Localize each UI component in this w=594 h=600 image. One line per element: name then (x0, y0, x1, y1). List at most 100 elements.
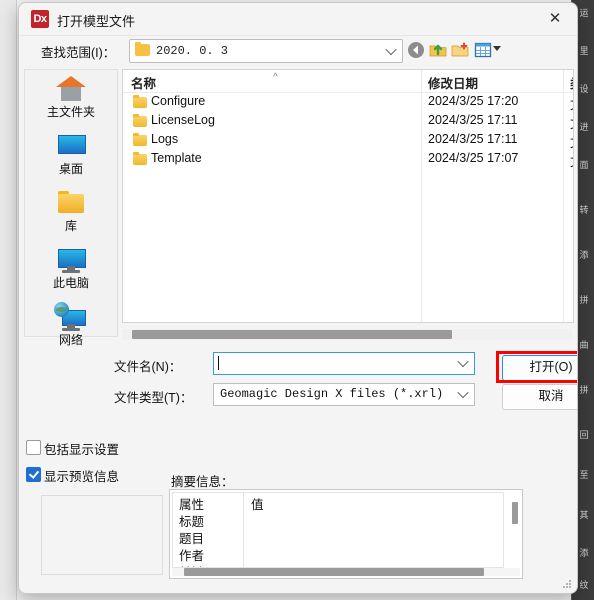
cancel-button[interactable]: 取消 (502, 384, 577, 410)
table-row[interactable]: Configure 2024/3/25 17:20 文 (123, 93, 573, 112)
column-header-date[interactable]: 修改日期 (428, 73, 478, 92)
bg-ribbon-item: 纹 (579, 580, 589, 590)
bg-ribbon-item: 运 (579, 8, 589, 18)
place-label: 桌面 (58, 162, 83, 176)
chevron-down-icon[interactable] (457, 386, 469, 399)
bg-ribbon-item: 添 (579, 250, 589, 260)
path-dropdown[interactable]: 2020. 0. 3 (129, 39, 403, 63)
file-date: 2024/3/25 17:11 (428, 113, 518, 127)
dialog-title: 打开模型文件 (57, 14, 136, 29)
file-name: LicenseLog (151, 113, 215, 127)
desktop-icon (54, 131, 88, 161)
filetype-label: 文件类型(T)： (114, 391, 193, 405)
table-row[interactable]: Template 2024/3/25 17:07 文 (123, 150, 573, 169)
open-model-file-dialog: Dx 打开模型文件 ✕ 查找范围(I)： 2020. 0. 3 主文件夹 桌面 … (18, 2, 578, 594)
bg-ribbon-item: 回 (579, 430, 589, 440)
sidebar-item-home[interactable]: 主文件夹 (25, 74, 117, 127)
place-label: 主文件夹 (46, 105, 95, 119)
file-type: 文 (570, 132, 573, 151)
folder-icon (133, 152, 147, 165)
app-logo-icon: Dx (31, 10, 49, 28)
column-header-name[interactable]: 名称 (131, 73, 156, 92)
scrollbar-thumb[interactable] (184, 568, 484, 576)
summary-table: 属性 值 标题 题目 作者 关键词 (172, 492, 504, 568)
folder-icon (133, 114, 147, 127)
network-icon (54, 302, 88, 332)
library-folder-icon (54, 188, 88, 218)
include-display-settings-label[interactable]: 包括显示设置 (44, 439, 119, 458)
bg-ribbon-item: 进 (579, 122, 589, 132)
filename-label: 文件名(N)： (114, 360, 182, 374)
table-row[interactable]: Logs 2024/3/25 17:11 文 (123, 131, 573, 150)
summary-info-box[interactable]: 属性 值 标题 题目 作者 关键词 (169, 489, 523, 579)
background-left-strip (0, 0, 17, 600)
filename-input[interactable] (213, 352, 475, 375)
bg-ribbon-item: 面 (579, 160, 589, 170)
file-type: 文 (570, 113, 573, 132)
sidebar-item-desktop[interactable]: 桌面 (25, 131, 117, 184)
up-folder-icon[interactable] (429, 41, 447, 59)
open-button[interactable]: 打开(O) (502, 355, 577, 381)
column-header-type[interactable]: 类 (570, 73, 573, 92)
bg-ribbon-item: 拼 (579, 295, 589, 305)
file-list-hscrollbar[interactable] (122, 329, 572, 340)
summary-table-header: 属性 值 (173, 493, 503, 512)
table-row[interactable]: LicenseLog 2024/3/25 17:11 文 (123, 112, 573, 131)
new-folder-icon[interactable] (451, 41, 469, 59)
column-divider[interactable] (421, 70, 422, 92)
bg-ribbon-item: 添 (579, 548, 589, 558)
show-preview-info-checkbox[interactable] (26, 467, 41, 482)
file-list[interactable]: 名称 ^ 修改日期 类 Configure 2024/3/25 17:20 文 … (122, 69, 574, 323)
look-in-row: 查找范围(I)： 2020. 0. 3 (19, 35, 577, 65)
sidebar-item-network[interactable]: 网络 (25, 302, 117, 355)
summary-row[interactable]: 作者 (173, 545, 503, 563)
file-name: Template (151, 151, 202, 165)
dialog-titlebar: Dx 打开模型文件 ✕ (19, 3, 577, 36)
folder-icon (133, 133, 147, 146)
summary-label: 摘要信息： (171, 475, 234, 489)
chevron-down-icon[interactable] (457, 355, 469, 368)
sidebar-item-this-pc[interactable]: 此电脑 (25, 245, 117, 298)
include-display-settings-checkbox[interactable] (26, 440, 41, 455)
file-date: 2024/3/25 17:11 (428, 132, 518, 146)
views-dropdown-arrow-icon[interactable] (493, 46, 501, 51)
file-date: 2024/3/25 17:07 (428, 151, 519, 165)
file-name: Logs (151, 132, 179, 146)
bg-ribbon-item: 里 (579, 46, 589, 56)
file-date: 2024/3/25 17:20 (428, 94, 519, 108)
bg-ribbon-item: 转 (579, 205, 589, 215)
show-preview-info-label[interactable]: 显示预览信息 (44, 466, 119, 485)
bg-ribbon-item: 设 (579, 84, 589, 94)
text-cursor (218, 356, 219, 370)
summary-vscrollbar-thumb[interactable] (512, 502, 518, 524)
look-in-label: 查找范围(I)： (41, 46, 116, 60)
place-label: 库 (64, 219, 77, 233)
filetype-dropdown[interactable]: Geomagic Design X files (*.xrl) (213, 383, 475, 406)
chevron-down-icon (385, 43, 397, 56)
folder-icon (133, 95, 147, 108)
file-type: 文 (570, 151, 573, 170)
resize-grip-icon[interactable] (562, 579, 572, 589)
bg-ribbon-item: 曲 (579, 340, 589, 350)
scrollbar-thumb[interactable] (132, 330, 452, 339)
column-divider[interactable] (563, 70, 564, 92)
bg-ribbon-item: 至 (579, 470, 589, 480)
back-icon[interactable] (407, 41, 425, 59)
summary-hscrollbar[interactable] (172, 568, 520, 576)
place-label: 网络 (58, 333, 83, 347)
bg-ribbon-item: 拼 (579, 385, 589, 395)
views-icon[interactable] (474, 41, 492, 59)
bg-ribbon-item: 其 (579, 510, 589, 520)
close-icon[interactable]: ✕ (533, 3, 577, 35)
folder-icon (135, 42, 150, 56)
file-name: Configure (151, 94, 206, 108)
home-icon (54, 74, 88, 104)
place-label: 此电脑 (52, 276, 89, 290)
sidebar-item-library[interactable]: 库 (25, 188, 117, 241)
file-type: 文 (570, 94, 573, 113)
summary-row[interactable]: 题目 (173, 528, 503, 546)
filetype-value: Geomagic Design X files (*.xrl) (220, 387, 444, 401)
this-pc-icon (54, 245, 88, 275)
path-value: 2020. 0. 3 (156, 44, 229, 58)
summary-row[interactable]: 标题 (173, 511, 503, 529)
